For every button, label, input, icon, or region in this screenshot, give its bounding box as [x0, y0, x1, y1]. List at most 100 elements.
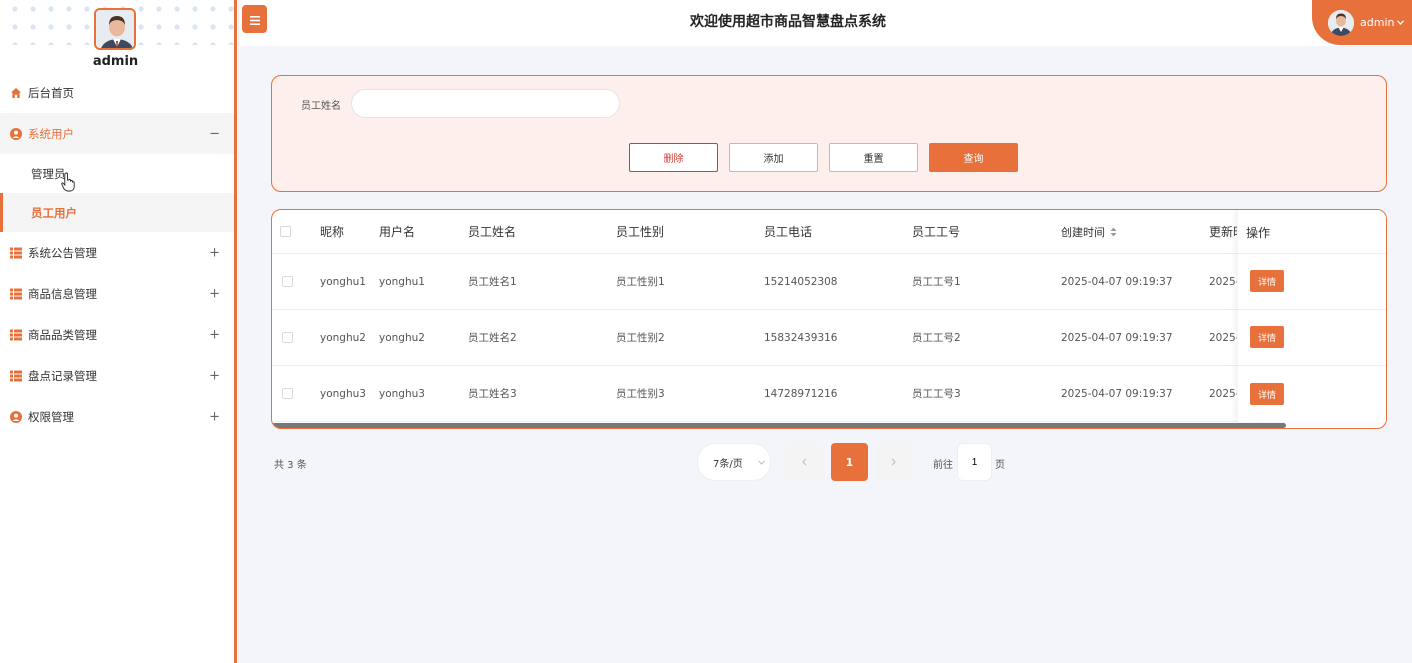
cell-created: 2025-04-07 09:19:37: [1061, 275, 1173, 288]
sidebar-item-label: 系统用户: [28, 126, 74, 141]
row-checkbox[interactable]: [282, 276, 293, 287]
cell-number: 员工工号1: [912, 276, 961, 288]
page-size-select[interactable]: 7条/页: [697, 443, 771, 481]
sidebar-subitem-employee-users[interactable]: 员工用户: [0, 193, 234, 232]
row-divider: [1238, 365, 1386, 366]
sidebar: admin 后台首页 系统用户 − 管理员 员工用户 系统公告管理 + 商品信息…: [0, 0, 237, 663]
user-menu-label: admin: [1360, 16, 1395, 29]
table-row: yonghu3 yonghu3 员工姓名3 员工性别3 14728971216 …: [272, 366, 1386, 422]
cell-username: yonghu3: [379, 387, 425, 400]
cell-phone: 15214052308: [764, 275, 838, 288]
prev-page-button[interactable]: [786, 443, 823, 481]
next-page-button[interactable]: [875, 443, 912, 481]
search-panel: 员工姓名 删除 添加 重置 查询: [271, 75, 1387, 192]
page-title: 欢迎使用超市商品智慧盘点系统: [690, 14, 886, 30]
cell-number: 员工工号2: [912, 332, 961, 344]
detail-button[interactable]: 详情: [1250, 270, 1284, 292]
cell-name: 员工姓名2: [468, 332, 517, 344]
delete-button[interactable]: 删除: [629, 143, 718, 172]
employee-name-input[interactable]: [351, 89, 620, 118]
sidebar-item-home[interactable]: 后台首页: [0, 72, 234, 113]
sidebar-item-product-category[interactable]: 商品品类管理 +: [0, 314, 234, 355]
sidebar-item-label: 盘点记录管理: [28, 368, 97, 383]
grid-icon: [10, 370, 22, 382]
expand-icon[interactable]: +: [209, 286, 220, 301]
cell-username: yonghu1: [379, 275, 425, 288]
row-checkbox[interactable]: [282, 388, 293, 399]
sidebar-subitem-admin[interactable]: 管理员: [0, 154, 234, 193]
cell-created: 2025-04-07 09:19:37: [1061, 387, 1173, 400]
detail-button[interactable]: 详情: [1250, 383, 1284, 405]
reset-button[interactable]: 重置: [829, 143, 918, 172]
sidebar-subitem-label: 员工用户: [31, 205, 77, 220]
table-row: yonghu1 yonghu1 员工姓名1 员工性别1 15214052308 …: [272, 254, 1386, 310]
column-header-updated: 更新时: [1209, 225, 1237, 239]
cell-number: 员工工号3: [912, 388, 961, 400]
grid-icon: [10, 288, 22, 300]
sidebar-item-inventory-records[interactable]: 盘点记录管理 +: [0, 355, 234, 396]
cell-nickname: yonghu1: [320, 275, 366, 288]
select-all-checkbox[interactable]: [280, 226, 291, 237]
sidebar-item-label: 系统公告管理: [28, 245, 97, 260]
row-divider: [1238, 253, 1386, 254]
column-header-phone: 员工电话: [764, 225, 813, 239]
cell-phone: 14728971216: [764, 387, 838, 400]
grid-icon: [10, 247, 22, 259]
expand-icon[interactable]: +: [209, 327, 220, 342]
total-count: 共 3 条: [274, 460, 307, 471]
column-header-username: 用户名: [379, 225, 416, 239]
goto-page-input[interactable]: [957, 443, 992, 481]
cell-gender: 员工性别3: [616, 388, 665, 400]
add-button[interactable]: 添加: [729, 143, 818, 172]
data-table: 昵称 用户名 员工姓名 员工性别 员工电话 员工工号 创建时间 更新时 yong…: [271, 209, 1387, 429]
hand-cursor-icon: [61, 172, 75, 196]
home-icon: [10, 87, 22, 99]
column-header-operations: 操作: [1246, 225, 1271, 240]
query-button[interactable]: 查询: [929, 143, 1018, 172]
row-divider: [1238, 309, 1386, 310]
chevron-down-icon: [1397, 20, 1405, 25]
sidebar-item-label: 权限管理: [28, 409, 74, 424]
cell-gender: 员工性别1: [616, 276, 665, 288]
top-header: 欢迎使用超市商品智慧盘点系统 admin: [240, 0, 1412, 46]
chevron-left-icon: [802, 458, 807, 466]
cell-updated: 2025-: [1209, 331, 1237, 344]
sidebar-item-label: 商品品类管理: [28, 327, 97, 342]
column-header-number: 员工工号: [912, 225, 961, 239]
table-row: yonghu2 yonghu2 员工姓名2 员工性别2 15832439316 …: [272, 310, 1386, 366]
horizontal-scrollbar[interactable]: [272, 423, 1286, 428]
column-header-created[interactable]: 创建时间: [1061, 210, 1206, 253]
column-header-created-label: 创建时间: [1061, 225, 1105, 239]
fixed-operations-column: 操作 详情 详情 详情: [1238, 210, 1386, 422]
collapse-icon[interactable]: −: [209, 126, 220, 141]
sidebar-menu: 后台首页 系统用户 − 管理员 员工用户 系统公告管理 + 商品信息管理 + 商…: [0, 72, 234, 437]
expand-icon[interactable]: +: [209, 368, 220, 383]
cell-nickname: yonghu2: [320, 331, 366, 344]
row-checkbox[interactable]: [282, 332, 293, 343]
user-circle-icon: [10, 127, 22, 140]
cell-updated: 2025-: [1209, 387, 1237, 400]
cell-created: 2025-04-07 09:19:37: [1061, 331, 1173, 344]
sidebar-item-permissions[interactable]: 权限管理 +: [0, 396, 234, 437]
expand-icon[interactable]: +: [209, 409, 220, 424]
sort-icon[interactable]: [1110, 227, 1117, 237]
page-number-current[interactable]: 1: [831, 443, 868, 481]
column-header-nickname: 昵称: [320, 225, 345, 239]
page-size-value: 7条/页: [713, 458, 743, 470]
cell-name: 员工姓名3: [468, 388, 517, 400]
user-menu[interactable]: admin: [1312, 0, 1412, 45]
cell-name: 员工姓名1: [468, 276, 517, 288]
sidebar-item-announcements[interactable]: 系统公告管理 +: [0, 232, 234, 273]
cell-gender: 员工性别2: [616, 332, 665, 344]
employee-name-label: 员工姓名: [301, 101, 341, 112]
cell-username: yonghu2: [379, 331, 425, 344]
cell-phone: 15832439316: [764, 331, 838, 344]
sidebar-item-system-users[interactable]: 系统用户 −: [0, 113, 234, 154]
expand-icon[interactable]: +: [209, 245, 220, 260]
cell-updated: 2025-: [1209, 275, 1237, 288]
sidebar-username: admin: [92, 54, 139, 69]
chevron-right-icon: [891, 458, 896, 466]
goto-label: 前往: [933, 460, 953, 471]
detail-button[interactable]: 详情: [1250, 326, 1284, 348]
sidebar-item-product-info[interactable]: 商品信息管理 +: [0, 273, 234, 314]
